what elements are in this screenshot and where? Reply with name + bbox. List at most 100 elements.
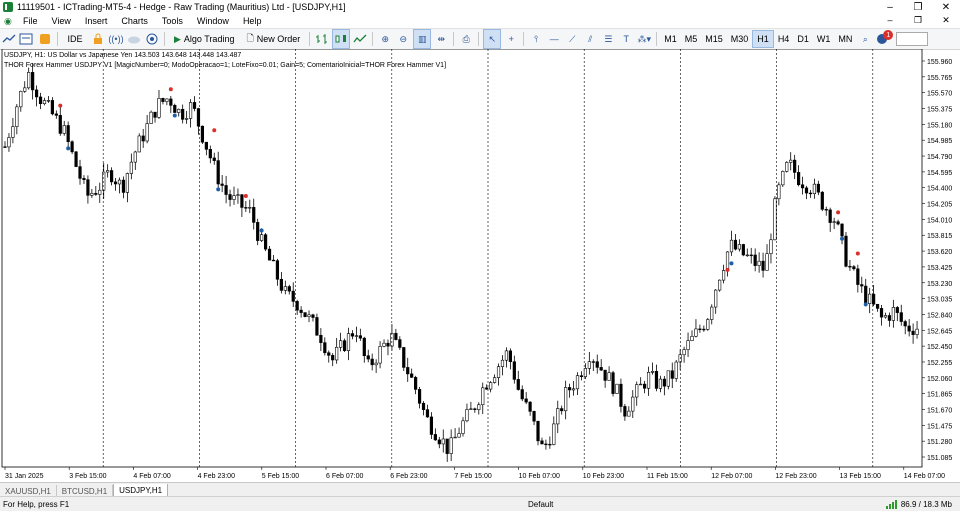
text-icon[interactable]: T xyxy=(618,30,634,48)
candle xyxy=(46,100,51,102)
toolbar-separator xyxy=(309,32,311,46)
timeframe-h1[interactable]: H1 xyxy=(752,30,774,48)
timeframe-m15[interactable]: M15 xyxy=(701,31,727,47)
candle xyxy=(366,355,370,360)
candle xyxy=(212,157,216,161)
candle xyxy=(161,98,165,102)
notifications-icon[interactable]: 1 xyxy=(875,30,894,48)
timeframe-w1[interactable]: W1 xyxy=(813,31,835,47)
candlestick-icon[interactable] xyxy=(332,29,351,49)
chart-symbol-info: USDJPY, H1: US Dollar vs Japanese Yen 14… xyxy=(4,52,242,59)
buy-marker xyxy=(66,146,71,151)
shapes-icon[interactable]: ⁂▾ xyxy=(636,30,652,48)
search-icon[interactable]: ⌕ xyxy=(857,30,873,48)
candle xyxy=(414,377,418,390)
mdi-close-button[interactable]: ✕ xyxy=(932,15,960,26)
candle xyxy=(149,111,153,124)
mdi-restore-button[interactable]: ❐ xyxy=(904,15,932,26)
status-profile: Default xyxy=(528,499,554,509)
chart-shift-icon[interactable]: ⇹ xyxy=(433,30,449,48)
price-tick-label: 153.815 xyxy=(927,233,952,240)
timeframe-m1[interactable]: M1 xyxy=(660,31,681,47)
candle xyxy=(860,284,864,287)
price-tick-label: 153.620 xyxy=(927,249,952,256)
mdi-minimize-button[interactable]: – xyxy=(876,15,904,26)
screenshot-icon[interactable]: ⎙ xyxy=(458,30,474,48)
vps-icon[interactable] xyxy=(144,30,160,48)
zoom-out-icon[interactable]: ⊖ xyxy=(395,30,411,48)
candle xyxy=(165,98,169,102)
candle xyxy=(915,328,919,335)
close-button[interactable]: ✕ xyxy=(932,0,960,14)
candle xyxy=(568,387,572,391)
horizontal-line-icon[interactable]: — xyxy=(546,30,562,48)
candle xyxy=(216,160,220,185)
new-order-button[interactable]: 🗋 New Order xyxy=(241,29,305,49)
candle xyxy=(58,115,62,134)
candle xyxy=(698,328,702,331)
candle xyxy=(271,259,276,262)
menu-file[interactable]: File xyxy=(16,16,45,26)
candle xyxy=(828,209,832,223)
candle xyxy=(619,383,623,407)
candle xyxy=(311,314,315,318)
candle xyxy=(331,355,335,361)
signal-icon[interactable]: ((•)) xyxy=(108,30,124,48)
candle xyxy=(386,342,390,347)
trendline-icon[interactable]: ⟋ xyxy=(564,30,580,48)
cursor-icon[interactable]: ↖ xyxy=(483,29,502,49)
menu-insert[interactable]: Insert xyxy=(78,16,115,26)
candle xyxy=(252,207,256,223)
new-chart-icon[interactable] xyxy=(1,30,17,48)
channel-icon[interactable]: ⫽ xyxy=(582,30,598,48)
window-title: 11119501 - ICTrading-MT5-4 - Hedge - Raw… xyxy=(17,2,346,12)
plot-frame xyxy=(1,48,923,468)
price-tick-label: 151.085 xyxy=(927,455,952,462)
search-input[interactable] xyxy=(896,32,929,46)
time-tick-label: 7 Feb 15:00 xyxy=(454,473,491,480)
zoom-in-icon[interactable]: ⊕ xyxy=(377,30,393,48)
chart-area[interactable]: 155.960 155.765 155.570 155.375 155.180 154.9… xyxy=(0,48,960,482)
price-chart[interactable]: 155.960 155.765 155.570 155.375 155.180 154.9… xyxy=(0,48,960,482)
status-help-text: For Help, press F1 xyxy=(3,499,70,509)
crosshair-icon[interactable]: + xyxy=(503,30,519,48)
candle xyxy=(852,266,856,270)
menu-tools[interactable]: Tools xyxy=(155,16,190,26)
candle xyxy=(378,346,382,364)
market-icon[interactable] xyxy=(37,30,53,48)
maximize-button[interactable]: ❐ xyxy=(904,0,932,14)
autoscroll-icon[interactable]: ▥ xyxy=(413,29,432,49)
candle xyxy=(461,420,465,434)
timeframe-h4[interactable]: H4 xyxy=(774,31,794,47)
candle xyxy=(90,193,94,196)
menu-view[interactable]: View xyxy=(45,16,78,26)
timeframe-m30[interactable]: M30 xyxy=(727,31,753,47)
candle xyxy=(607,372,611,381)
ide-button[interactable]: IDE xyxy=(62,29,88,49)
menu-help[interactable]: Help xyxy=(236,16,269,26)
bar-chart-icon[interactable] xyxy=(314,30,330,48)
profiles-icon[interactable] xyxy=(19,30,35,48)
candle xyxy=(524,398,528,403)
cloud-icon[interactable] xyxy=(126,30,142,48)
candle xyxy=(224,185,228,195)
candle xyxy=(319,334,323,343)
candle xyxy=(532,411,536,422)
timeframe-d1[interactable]: D1 xyxy=(793,31,813,47)
candle xyxy=(382,342,386,347)
candle xyxy=(3,146,7,148)
menu-window[interactable]: Window xyxy=(190,16,236,26)
timeframe-m5[interactable]: M5 xyxy=(681,31,702,47)
algo-trading-button[interactable]: ▶ Algo Trading xyxy=(169,29,239,49)
minimize-button[interactable]: – xyxy=(876,0,904,14)
candle xyxy=(741,244,745,256)
line-chart-icon[interactable] xyxy=(352,30,368,48)
timeframe-mn[interactable]: MN xyxy=(834,31,856,47)
lock-icon[interactable] xyxy=(90,30,106,48)
candle xyxy=(335,346,339,361)
vertical-line-icon[interactable]: ⫯ xyxy=(528,30,544,48)
candle xyxy=(19,91,23,108)
candle xyxy=(639,383,643,386)
fibonacci-icon[interactable]: ☰ xyxy=(600,30,616,48)
menu-charts[interactable]: Charts xyxy=(114,16,155,26)
